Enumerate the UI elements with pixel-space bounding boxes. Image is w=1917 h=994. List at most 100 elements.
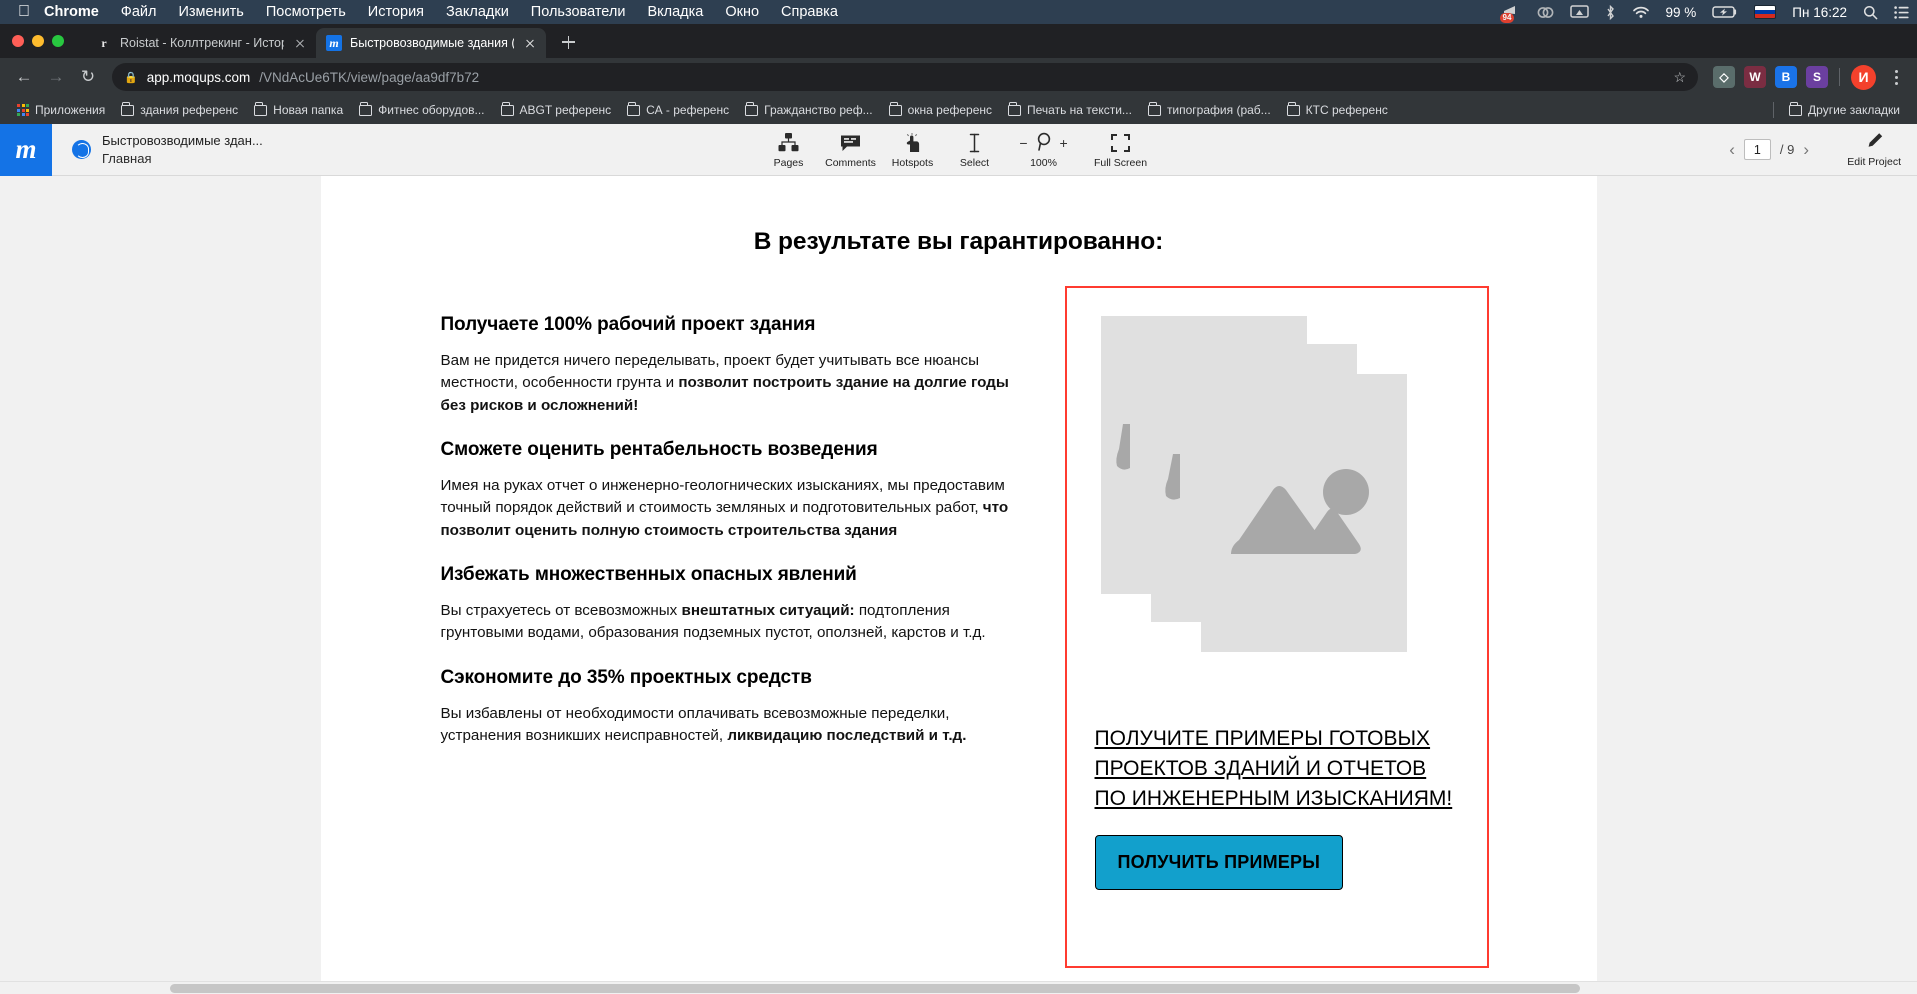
hotspots-icon [903,132,922,153]
airplay-icon[interactable] [1569,5,1589,19]
maximize-window-button[interactable] [52,35,64,47]
cta-column: ПОЛУЧИТЕ ПРИМЕРЫ ГОТОВЫХ ПРОЕКТОВ ЗДАНИЙ… [1013,284,1533,968]
select-text-icon [968,132,981,153]
benefit-block-2: Сможете оценить рентабельность возведени… [441,439,1013,542]
bookmark-label: окна референс [907,103,993,117]
menu-item-bookmarks[interactable]: Закладки [446,4,509,20]
bookmark-label: Печать на тексти... [1027,103,1132,117]
tool-hotspots[interactable]: Hotspots [882,130,944,169]
lock-icon: 🔒 [124,71,138,84]
apps-grid-icon [17,104,29,116]
cta-link[interactable]: ПОЛУЧИТЕ ПРИМЕРЫ ГОТОВЫХ ПРОЕКТОВ ЗДАНИЙ… [1095,724,1459,813]
bookmark-item[interactable]: Новая папка [247,100,350,120]
s-extension-icon[interactable]: S [1806,66,1828,88]
bookmark-label: ABGT референс [519,103,612,117]
control-center-icon[interactable] [1894,5,1909,19]
tool-full-screen[interactable]: Full Screen [1082,130,1160,169]
folder-icon [121,102,135,116]
bookmark-item[interactable]: Фитнес оборудов... [352,100,491,120]
menu-item-help[interactable]: Справка [781,4,838,20]
bookmark-item[interactable]: Печать на тексти... [1001,100,1139,120]
folder-icon [500,102,514,116]
menu-item-edit[interactable]: Изменить [178,4,243,20]
bookmark-star-icon[interactable]: ☆ [1673,69,1686,86]
moqups-app-bar: m Быстровозводимые здан... Главная Pages… [0,123,1917,176]
new-tab-button[interactable] [554,28,582,56]
bluetooth-icon[interactable] [1605,4,1616,20]
bookmark-item[interactable]: типография (раб... [1141,100,1278,120]
tool-select[interactable]: Select [944,130,1006,169]
bitly-extension-icon[interactable]: B [1775,66,1797,88]
horizontal-scrollbar[interactable] [0,981,1917,994]
close-tab-icon[interactable] [522,35,538,51]
cta-button[interactable]: ПОЛУЧИТЬ ПРИМЕРЫ [1094,835,1344,891]
menu-item-chrome[interactable]: Chrome [44,4,99,20]
page-number-input[interactable]: 1 [1743,139,1771,160]
bookmark-item[interactable]: Гражданство реф... [738,100,879,120]
forward-button[interactable]: → [42,63,70,91]
bookmark-item[interactable]: ABGT референс [494,100,619,120]
profile-avatar[interactable]: И [1851,64,1876,90]
tool-comments[interactable]: Comments [820,130,882,169]
roistat-favicon-icon: r [101,35,107,50]
page-name: Главная [102,150,152,166]
menu-item-view[interactable]: Посмотреть [266,4,346,20]
chrome-menu-button[interactable] [1885,69,1907,85]
wifi-icon[interactable] [1632,5,1650,19]
folder-icon [888,102,902,116]
browser-tab-roistat[interactable]: r Roistat - Коллтрекинг - Истор [86,28,316,58]
bookmark-label: Новая папка [273,103,344,117]
chevron-right-icon[interactable]: › [1803,140,1809,160]
os-status-items: 94 99 % Пн 16:22 [1499,0,1909,24]
menu-item-tab[interactable]: Вкладка [647,4,703,20]
puzzle-extension-icon[interactable]: ◇ [1713,66,1735,88]
browser-tab-moqups[interactable]: m Быстровозводимые здания (П [316,28,546,58]
menu-item-history[interactable]: История [368,4,424,20]
globe-icon [72,140,91,159]
flag-ru-icon[interactable] [1754,5,1777,19]
scrollbar-thumb[interactable] [170,984,1580,993]
tool-zoom[interactable]: − + 100% [1006,130,1082,169]
address-bar[interactable]: 🔒 app.moqups.com /VNdAcUe6TK/view/page/a… [112,63,1698,91]
moqups-favicon-icon: m [326,35,342,51]
close-tab-icon[interactable] [292,35,308,51]
w-extension-icon[interactable]: W [1744,66,1766,88]
menu-item-profiles[interactable]: Пользователи [531,4,626,20]
bookmark-apps[interactable]: Приложения [10,100,112,120]
bookmark-label: КТС референс [1305,103,1388,117]
chevron-left-icon[interactable]: ‹ [1729,140,1735,160]
bookmark-item[interactable]: здания референс [114,100,245,120]
bookmark-other-bookmarks[interactable]: Другие закладки [1782,100,1907,120]
bookmark-item[interactable]: КТС референс [1280,100,1395,120]
bookmark-label: здания референс [140,103,239,117]
close-window-button[interactable] [12,35,24,47]
bookmarks-bar: Приложения здания референс Новая папка Ф… [0,96,1917,124]
apple-logo-icon[interactable]:  [18,4,30,20]
spotlight-search-icon[interactable] [1863,5,1878,20]
reload-button[interactable]: ↻ [74,63,102,91]
zoom-out-button[interactable]: − [1019,135,1027,151]
benefit-body: Вам не придется ничего переделывать, про… [440,352,1009,414]
bookmark-label: СА - референс [646,103,730,117]
battery-charging-icon[interactable] [1712,5,1738,19]
megaphone-icon[interactable]: 94 [1499,5,1521,23]
pages-icon [778,132,799,153]
zoom-icon [1035,132,1053,154]
minimize-window-button[interactable] [32,35,44,47]
benefit-title: Сможете оценить рентабельность возведени… [440,439,878,461]
creative-cloud-icon[interactable] [1537,5,1554,20]
edit-project-button[interactable]: Edit Project [1847,132,1901,168]
menu-item-file[interactable]: Файл [121,4,157,20]
back-button[interactable]: ← [10,63,38,91]
bookmark-item[interactable]: СА - референс [620,100,736,120]
zoom-in-button[interactable]: + [1060,135,1068,151]
mockup-canvas[interactable]: В результате вы гарантированно: Получает… [0,176,1917,994]
moqups-logo[interactable]: m [0,123,52,176]
project-info: Быстровозводимые здан... Главная [52,132,263,167]
window-traffic-lights[interactable] [12,24,64,58]
benefit-title: Получаете 100% рабочий проект здания [440,314,816,335]
bookmark-item[interactable]: окна референс [882,100,999,120]
tool-pages[interactable]: Pages [758,130,820,169]
menu-item-window[interactable]: Окно [725,4,759,20]
tool-label: Comments [825,157,876,169]
